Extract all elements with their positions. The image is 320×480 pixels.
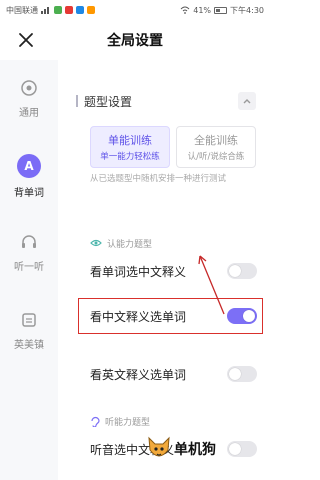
- dog-logo-icon: [148, 436, 170, 457]
- annotation-arrow: [198, 255, 225, 315]
- watermark: 单机狗: [146, 434, 216, 464]
- watermark-text: 单机狗: [174, 442, 216, 458]
